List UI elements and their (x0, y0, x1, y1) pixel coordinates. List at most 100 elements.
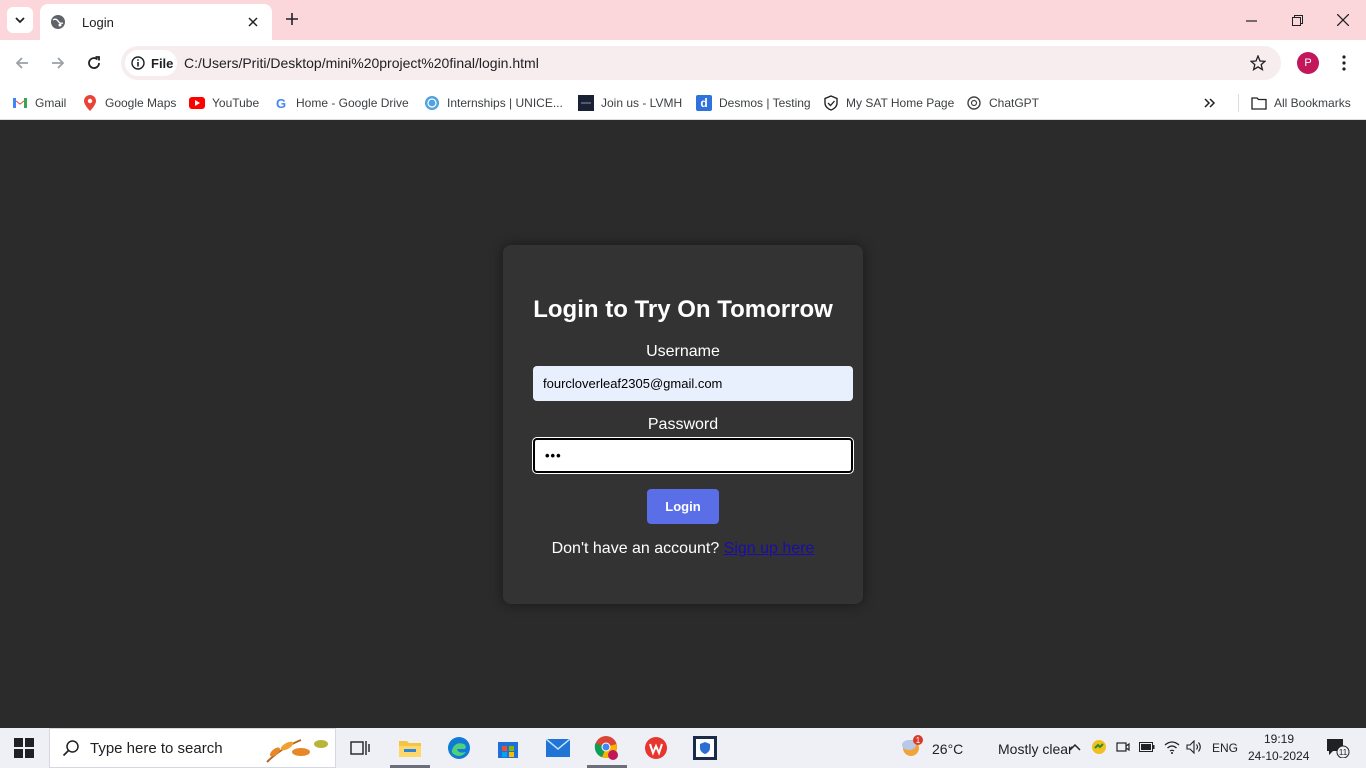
restore-button[interactable] (1285, 8, 1309, 32)
bookmark-label: YouTube (212, 96, 260, 110)
browser-toolbar: File C:/Users/Priti/Desktop/mini%20proje… (0, 40, 1366, 86)
taskbar-chrome[interactable] (593, 734, 621, 762)
windows-logo-icon (14, 738, 34, 758)
wps-icon (645, 737, 667, 759)
file-explorer-icon (399, 741, 421, 757)
bookmark-lvmh[interactable]: Join us - LVMH (578, 92, 682, 114)
bookmark-label: Join us - LVMH (601, 96, 683, 110)
shield-app-icon (693, 736, 717, 760)
info-icon (131, 56, 145, 70)
arrow-left-icon (15, 57, 28, 69)
taskbar-file-explorer[interactable] (396, 734, 424, 762)
autumn-leaves-icon (266, 739, 328, 763)
password-label: Password (647, 416, 719, 433)
back-button[interactable] (10, 51, 34, 75)
bookmark-google-drive[interactable]: G Home - Google Drive (273, 92, 409, 114)
taskbar-app-shield[interactable] (691, 734, 719, 762)
new-tab-button[interactable] (281, 8, 303, 30)
store-icon (498, 742, 518, 758)
globe-icon (50, 14, 66, 30)
volume-icon[interactable] (1186, 739, 1202, 755)
bookmark-unicef[interactable]: Internships | UNICE... (424, 92, 563, 114)
maps-icon (82, 95, 98, 111)
app-tray-icon[interactable] (1091, 739, 1107, 755)
weather-icon[interactable]: 1 (900, 734, 924, 758)
all-bookmarks-button[interactable]: All Bookmarks (1251, 92, 1351, 114)
close-icon (1337, 14, 1349, 26)
edge-icon (448, 737, 470, 759)
weather-desc[interactable]: Mostly clear (998, 741, 1073, 757)
url-text[interactable]: C:/Users/Priti/Desktop/mini%20project%20… (184, 55, 539, 71)
weather-temp[interactable]: 26°C (932, 741, 963, 757)
bookmark-label: Google Maps (105, 96, 177, 110)
weather-badge: 1 (916, 736, 921, 745)
restore-icon (1291, 14, 1303, 26)
reload-icon (88, 56, 100, 69)
bookmark-label: Gmail (35, 96, 67, 110)
tab-login[interactable]: Login (40, 4, 272, 40)
bookmark-sat[interactable]: My SAT Home Page (823, 92, 954, 114)
minimize-button[interactable] (1239, 8, 1263, 32)
language-indicator[interactable]: ENG (1212, 741, 1238, 755)
bookmarks-bar: Gmail Google Maps YouTube G Home - Googl… (0, 86, 1366, 120)
signup-link[interactable]: Sign up here (724, 540, 815, 557)
notification-icon: 11 (1327, 739, 1350, 758)
taskbar-wps[interactable] (642, 734, 670, 762)
chrome-icon (594, 736, 618, 760)
bookmark-gmail[interactable]: Gmail (12, 92, 66, 114)
profile-avatar[interactable]: P (1297, 52, 1319, 74)
notifications-button[interactable]: 11 (1326, 738, 1350, 758)
show-hidden-icons-button[interactable] (1067, 739, 1083, 755)
bookmark-desmos[interactable]: d Desmos | Testing (696, 92, 811, 114)
bookmark-chatgpt[interactable]: ChatGPT (966, 92, 1039, 114)
minimize-icon (1245, 19, 1257, 22)
site-info-chip[interactable]: File (125, 50, 177, 76)
double-chevron-right-icon (1204, 98, 1216, 108)
plus-icon (286, 13, 298, 25)
more-bookmarks-button[interactable] (1203, 92, 1217, 114)
bookmark-label: Desmos | Testing (719, 96, 811, 110)
close-tab-icon[interactable] (244, 13, 262, 31)
clock-time[interactable]: 19:19 (1264, 732, 1294, 746)
battery-icon[interactable] (1139, 739, 1155, 755)
clock-date[interactable]: 24-10-2024 (1248, 749, 1309, 763)
chevron-down-icon (15, 17, 25, 24)
username-input[interactable]: fourcloverleaf2305@gmail.com (533, 366, 853, 401)
task-view-button[interactable] (346, 734, 374, 762)
windows-taskbar: Type here to search 1 26°C Mostly clear (0, 728, 1366, 768)
sat-icon (823, 95, 839, 111)
taskbar-mail[interactable] (544, 734, 572, 762)
menu-icon[interactable] (1334, 52, 1354, 74)
wifi-icon[interactable] (1164, 739, 1180, 755)
taskbar-search[interactable]: Type here to search (49, 728, 336, 768)
bookmark-google-maps[interactable]: Google Maps (82, 92, 176, 114)
bookmark-star-icon[interactable] (1249, 54, 1267, 72)
desmos-icon: d (696, 95, 712, 111)
bookmark-youtube[interactable]: YouTube (189, 92, 259, 114)
login-heading: Login to Try On Tomorrow (533, 296, 833, 323)
google-icon: G (275, 95, 287, 111)
mail-icon (546, 739, 570, 757)
chatgpt-icon (966, 95, 982, 111)
bookmark-label: Internships | UNICE... (447, 96, 563, 110)
taskbar-edge[interactable] (445, 734, 473, 762)
bookmark-label: My SAT Home Page (846, 96, 955, 110)
password-input[interactable]: ••• (532, 437, 854, 474)
login-button[interactable]: Login (647, 489, 719, 524)
login-card: Login to Try On Tomorrow Username fourcl… (503, 245, 863, 604)
unicef-icon (424, 95, 440, 111)
search-placeholder: Type here to search (90, 739, 223, 757)
signup-row: Don't have an account? Sign up here (503, 540, 863, 558)
forward-button[interactable] (46, 51, 70, 75)
reload-button[interactable] (82, 51, 106, 75)
page-content: Login to Try On Tomorrow Username fourcl… (0, 121, 1366, 728)
address-bar[interactable]: File C:/Users/Priti/Desktop/mini%20proje… (121, 46, 1281, 80)
all-bookmarks-label: All Bookmarks (1274, 96, 1351, 110)
signup-prompt: Don't have an account? (551, 540, 720, 557)
tab-search-button[interactable] (7, 7, 33, 33)
meet-now-icon[interactable] (1115, 739, 1131, 755)
close-window-button[interactable] (1331, 8, 1355, 32)
arrow-right-icon (52, 57, 65, 69)
taskbar-store[interactable] (494, 734, 522, 762)
start-button[interactable] (14, 738, 34, 758)
